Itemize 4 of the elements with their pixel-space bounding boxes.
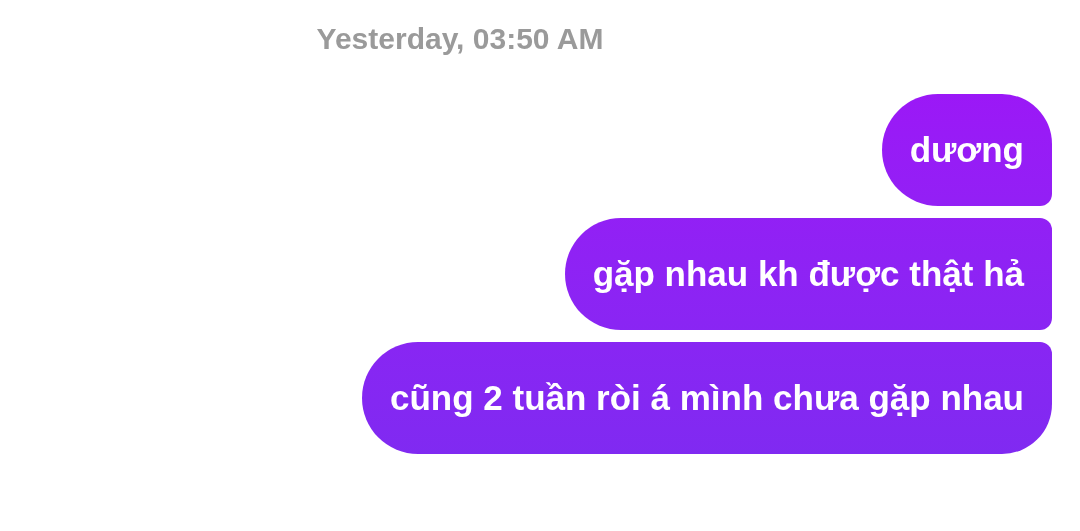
message-timestamp: Yesterday, 03:50 AM [316, 21, 604, 57]
message-bubble: cũng 2 tuần ròi á mình chưa gặp nhau [361, 342, 1052, 454]
message-bubble: dương [881, 94, 1052, 206]
message-bubble: gặp nhau kh được thật hả [564, 218, 1052, 330]
